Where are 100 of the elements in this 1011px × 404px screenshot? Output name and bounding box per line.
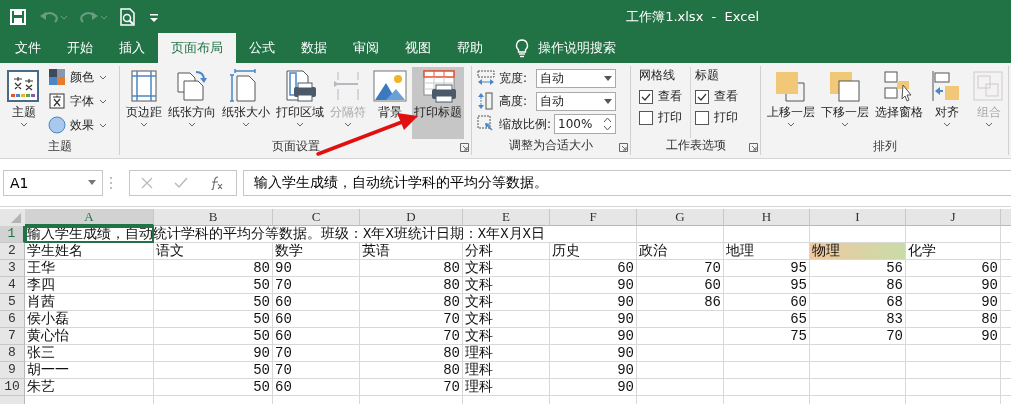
- column-header[interactable]: H: [724, 209, 810, 226]
- ribbon-button[interactable]: 上移一层: [765, 67, 817, 139]
- field-label: 宽度:: [499, 69, 528, 87]
- row-header[interactable]: 6: [0, 311, 25, 328]
- tell-me-search[interactable]: 操作说明搜索: [538, 39, 616, 57]
- row-header[interactable]: 4: [0, 277, 25, 294]
- table-cell: 50: [154, 311, 273, 328]
- table-cell: 65: [724, 311, 810, 328]
- checkbox[interactable]: [639, 89, 653, 104]
- column-header[interactable]: F: [550, 209, 637, 226]
- ribbon-button[interactable]: 页边距: [124, 67, 164, 139]
- dialog-launcher-icon[interactable]: [619, 143, 628, 152]
- checkbox[interactable]: [639, 110, 653, 125]
- table-cell: 学生姓名: [25, 243, 154, 260]
- column-header[interactable]: D: [360, 209, 463, 226]
- checkbox-label[interactable]: 打印: [658, 109, 682, 126]
- row-header[interactable]: 1: [0, 226, 25, 243]
- menu-tab[interactable]: 开始: [54, 33, 106, 63]
- table-cell: 70: [360, 311, 463, 328]
- menu-tab[interactable]: 视图: [392, 33, 444, 63]
- ribbon-button[interactable]: 下移一层: [819, 67, 871, 139]
- menu-tab[interactable]: 公式: [236, 33, 288, 63]
- name-box[interactable]: A1: [3, 169, 103, 196]
- row-header[interactable]: 8: [0, 345, 25, 362]
- color-swatch-icon: [48, 68, 66, 86]
- table-cell: 理科: [463, 379, 550, 396]
- row-header[interactable]: 2: [0, 243, 25, 260]
- ribbon-button[interactable]: 颜色: [46, 67, 110, 87]
- table-cell: 80: [360, 277, 463, 294]
- menu-tab[interactable]: 审阅: [340, 33, 392, 63]
- dropdown-field[interactable]: 自动: [536, 68, 617, 88]
- group-label: 排列: [872, 139, 897, 155]
- menu-tab[interactable]: 文件: [2, 33, 54, 63]
- table-cell: 70: [360, 379, 463, 396]
- dialog-launcher-icon[interactable]: [460, 143, 469, 152]
- ribbon-button[interactable]: 纸张方向: [166, 67, 218, 139]
- send-backward-icon: [827, 69, 863, 103]
- effects-icon: [48, 116, 66, 134]
- font-icon: [48, 92, 66, 110]
- row-header[interactable]: 9: [0, 362, 25, 379]
- table-cell: 50: [154, 294, 273, 311]
- table-cell: 张三: [25, 345, 154, 362]
- page-orientation-icon: [174, 69, 210, 103]
- ribbon-button[interactable]: 字体: [46, 91, 110, 111]
- ribbon-button[interactable]: 主题: [4, 67, 44, 139]
- row-header[interactable]: 5: [0, 294, 25, 311]
- menu-tab[interactable]: 数据: [288, 33, 340, 63]
- table-cell: 60: [273, 328, 360, 345]
- lightbulb-icon[interactable]: [514, 38, 530, 58]
- dropdown-caret-icon: [98, 121, 108, 129]
- column-header[interactable]: I: [810, 209, 906, 226]
- table-cell: 90: [550, 311, 637, 328]
- column-header[interactable]: G: [637, 209, 724, 226]
- table-cell: 60: [273, 294, 360, 311]
- option-heading: 网格线: [639, 67, 676, 84]
- checkbox-label[interactable]: 查看: [714, 88, 738, 105]
- table-cell: 68: [810, 294, 906, 311]
- row-header[interactable]: 7: [0, 328, 25, 345]
- ribbon-button[interactable]: 对齐: [927, 67, 967, 139]
- table-cell: 86: [810, 277, 906, 294]
- table-cell: 语文: [154, 243, 273, 260]
- formula-input[interactable]: 输入学生成绩，自动统计学科的平均分等数据。: [243, 169, 1011, 196]
- ribbon-button[interactable]: 选择窗格: [873, 67, 925, 139]
- column-header[interactable]: C: [273, 209, 360, 226]
- checkbox-label[interactable]: 打印: [714, 109, 738, 126]
- table-cell: 90: [550, 345, 637, 362]
- width-icon: [476, 68, 496, 88]
- column-header[interactable]: E: [463, 209, 550, 226]
- ribbon-button[interactable]: 打印区域: [274, 67, 326, 139]
- table-cell: 理科: [463, 362, 550, 379]
- table-cell: 理科: [463, 345, 550, 362]
- table-cell: 分科: [463, 243, 550, 260]
- table-cell: 70: [360, 328, 463, 345]
- column-header[interactable]: B: [154, 209, 273, 226]
- table-cell: 物理: [810, 243, 906, 260]
- checkbox[interactable]: [695, 89, 709, 104]
- table-cell: 90: [550, 379, 637, 396]
- table-cell: 肖茜: [25, 294, 154, 311]
- dropdown-caret-icon: [98, 73, 108, 81]
- dropdown-field[interactable]: 自动: [536, 91, 617, 111]
- table-cell: 50: [154, 277, 273, 294]
- checkbox-label[interactable]: 查看: [658, 88, 682, 105]
- menu-tab[interactable]: 插入: [106, 33, 158, 63]
- dialog-launcher-icon[interactable]: [749, 143, 758, 152]
- row-header[interactable]: 10: [0, 379, 25, 396]
- table-cell: 90: [154, 345, 273, 362]
- column-header[interactable]: J: [906, 209, 1001, 226]
- save-icon[interactable]: [8, 6, 28, 27]
- print-preview-icon[interactable]: [118, 6, 138, 27]
- checkbox[interactable]: [695, 110, 709, 125]
- column-header[interactable]: A: [25, 209, 154, 226]
- menu-tab[interactable]: 页面布局: [158, 33, 236, 63]
- menu-tab[interactable]: 帮助: [444, 33, 496, 63]
- ribbon-button[interactable]: 纸张大小: [220, 67, 272, 139]
- spin-field[interactable]: 100%: [554, 114, 617, 134]
- row-header[interactable]: 3: [0, 260, 25, 277]
- ribbon-button[interactable]: 效果: [46, 115, 110, 135]
- table-cell: 文科: [463, 260, 550, 277]
- table-cell: 80: [360, 260, 463, 277]
- group-label: 页面设置: [271, 139, 320, 155]
